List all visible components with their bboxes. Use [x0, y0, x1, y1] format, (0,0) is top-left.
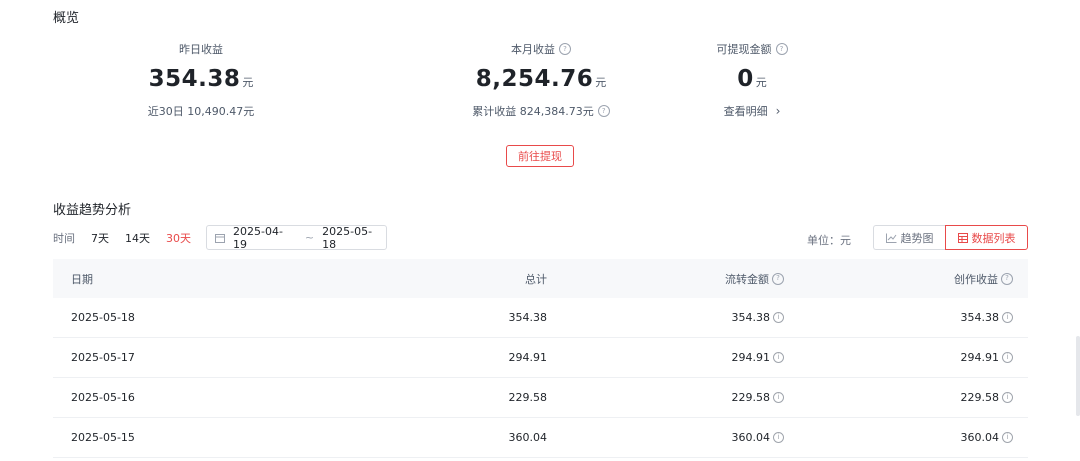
range-30d-button[interactable]: 30天: [166, 230, 191, 246]
stat-unit: 元: [595, 76, 607, 89]
header-flow: 流转金额 ?: [547, 271, 784, 287]
header-total: 总计: [525, 272, 547, 286]
view-details-link[interactable]: 查看明细 ›: [642, 104, 862, 118]
overview-title: 概览: [53, 11, 80, 26]
cell-flow-value: 354.38: [731, 311, 771, 324]
stat-number: 354.38: [148, 66, 241, 92]
question-circle-icon[interactable]: ?: [775, 43, 788, 55]
cell-flow-value: 229.58: [731, 391, 771, 404]
stat-yesterday-label: 昨日收益: [91, 42, 311, 56]
earnings-table: 日期 总计 流转金额 ? 创作收益 ? 2025-05-18 354.38 35…: [53, 259, 1028, 458]
cell-date: 2025-05-15: [71, 431, 135, 444]
data-list-label: 数据列表: [971, 231, 1016, 245]
stat-number: 8,254.76: [475, 66, 594, 92]
range-14d-button[interactable]: 14天: [125, 230, 150, 246]
stat-month-label: 本月收益 ?: [431, 42, 651, 56]
stat-this-month: 本月收益 ? 8,254.76 元 累计收益 824,384.73元 ?: [431, 42, 651, 118]
stat-yesterday: 昨日收益 354.38 元 近30日 10,490.47元: [91, 42, 311, 118]
cell-create-value: 354.38: [960, 311, 1000, 324]
range-7d-button[interactable]: 7天: [91, 230, 109, 246]
line-chart-icon: [885, 233, 896, 243]
stat-yesterday-sub: 近30日 10,490.47元: [91, 104, 311, 118]
question-circle-icon[interactable]: ?: [559, 43, 571, 55]
range-filter: 时间 7天 14天 30天: [53, 226, 207, 250]
question-circle-icon[interactable]: ?: [597, 105, 610, 117]
header-create-text: 创作收益: [954, 272, 998, 286]
view-toggle: 趋势图 数据列表: [873, 225, 1028, 250]
cell-date: 2025-05-16: [71, 391, 135, 404]
cell-flow: 229.58 i: [547, 391, 784, 404]
stat-withdrawable: 可提现金额 ? 0 元 查看明细 ›: [642, 42, 862, 118]
cell-create: 360.04 i: [784, 431, 1013, 444]
cell-create: 229.58 i: [784, 391, 1013, 404]
chevron-right-icon[interactable]: ›: [776, 104, 781, 118]
date-end: 2025-05-18: [322, 224, 373, 251]
date-start: 2025-04-19: [233, 224, 283, 251]
table-grid-icon: [957, 232, 968, 243]
cell-date: 2025-05-18: [71, 311, 135, 324]
stat-label-text: 本月收益: [511, 43, 555, 56]
cell-flow: 354.38 i: [547, 311, 784, 324]
info-circle-icon[interactable]: i: [1002, 312, 1013, 323]
header-flow-text: 流转金额: [725, 272, 769, 286]
info-circle-icon[interactable]: i: [1002, 352, 1013, 363]
scrollbar[interactable]: [1076, 336, 1080, 416]
question-circle-icon[interactable]: ?: [772, 272, 784, 285]
header-create: 创作收益 ?: [784, 271, 1013, 287]
info-circle-icon[interactable]: i: [773, 392, 784, 403]
trend-chart-button[interactable]: 趋势图: [873, 225, 945, 250]
stat-month-value: 8,254.76 元: [431, 66, 651, 96]
cell-flow-value: 360.04: [731, 431, 771, 444]
data-list-button[interactable]: 数据列表: [945, 225, 1028, 250]
stat-unit: 元: [242, 76, 254, 89]
cell-total: 229.58: [508, 391, 548, 404]
info-circle-icon[interactable]: i: [773, 312, 784, 323]
table-row: 2025-05-16 229.58 229.58 i 229.58 i: [53, 378, 1028, 418]
cell-total: 360.04: [508, 431, 548, 444]
cell-flow-value: 294.91: [731, 351, 771, 364]
table-row: 2025-05-18 354.38 354.38 i 354.38 i: [53, 298, 1028, 338]
withdraw-button[interactable]: 前往提现: [506, 145, 574, 167]
table-header: 日期 总计 流转金额 ? 创作收益 ?: [53, 259, 1028, 298]
cell-create: 354.38 i: [784, 311, 1013, 324]
cell-flow: 294.91 i: [547, 351, 784, 364]
cell-create-value: 360.04: [960, 431, 1000, 444]
stat-sub-text: 累计收益 824,384.73元: [472, 105, 594, 118]
stat-label-text: 昨日收益: [179, 43, 223, 56]
cell-date: 2025-05-17: [71, 351, 135, 364]
calendar-icon: [215, 233, 225, 243]
date-range-picker[interactable]: 2025-04-19 ~ 2025-05-18: [206, 224, 387, 251]
stat-number: 0: [737, 66, 754, 92]
question-circle-icon[interactable]: ?: [1001, 272, 1013, 285]
stat-yesterday-value: 354.38 元: [91, 66, 311, 96]
stat-sub-text: 近30日 10,490.47元: [147, 105, 255, 118]
table-row: 2025-05-17 294.91 294.91 i 294.91 i: [53, 338, 1028, 378]
trend-title: 收益趋势分析: [53, 203, 132, 218]
cell-create-value: 294.91: [960, 351, 1000, 364]
cell-create-value: 229.58: [960, 391, 1000, 404]
stat-label-text: 可提现金额: [716, 43, 772, 56]
info-circle-icon[interactable]: i: [1002, 392, 1013, 403]
stat-month-sub: 累计收益 824,384.73元 ?: [431, 104, 651, 118]
cell-total: 294.91: [508, 351, 548, 364]
info-circle-icon[interactable]: i: [773, 432, 784, 443]
table-row: 2025-05-15 360.04 360.04 i 360.04 i: [53, 418, 1028, 458]
unit-label: 单位：元: [807, 234, 851, 247]
time-label: 时间: [53, 232, 75, 245]
stat-withdrawable-value: 0 元: [642, 66, 862, 96]
info-circle-icon[interactable]: i: [1002, 432, 1013, 443]
view-details-text[interactable]: 查看明细: [724, 103, 768, 119]
date-separator: ~: [304, 231, 315, 244]
header-date: 日期: [71, 272, 93, 286]
earnings-panel: 概览 昨日收益 354.38 元 近30日 10,490.47元 本月收益 ? …: [0, 0, 1080, 461]
trend-chart-label: 趋势图: [900, 231, 934, 245]
stat-unit: 元: [755, 76, 767, 89]
stat-withdrawable-label: 可提现金额 ?: [642, 42, 862, 56]
info-circle-icon[interactable]: i: [773, 352, 784, 363]
cell-create: 294.91 i: [784, 351, 1013, 364]
cell-total: 354.38: [508, 311, 548, 324]
cell-flow: 360.04 i: [547, 431, 784, 444]
